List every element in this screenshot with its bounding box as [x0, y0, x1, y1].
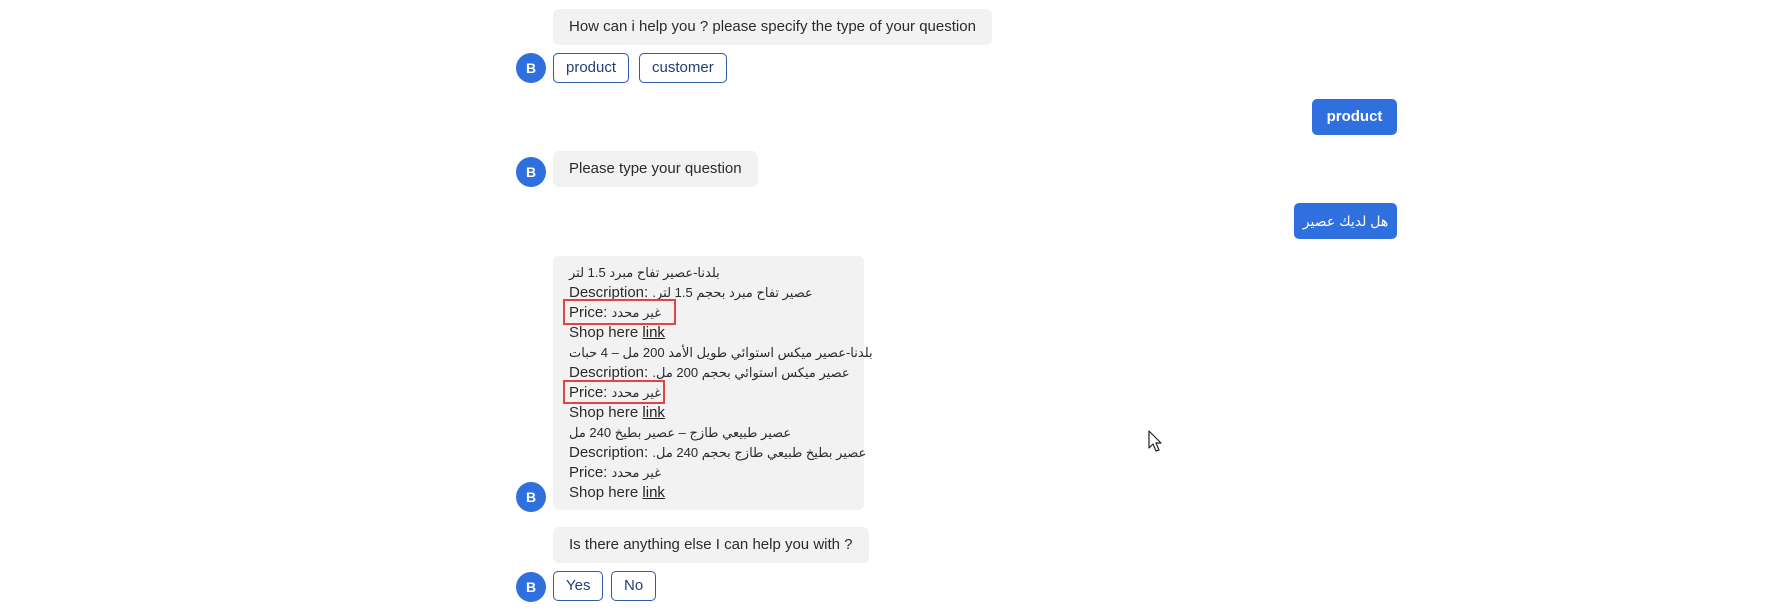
bot-avatar: B — [516, 157, 546, 187]
product-description: Description: عصير ميكس استوائي بحجم 200 … — [569, 364, 850, 381]
product-price: Price: غير محدد — [569, 384, 661, 401]
product-description: Description: عصير بطيخ طبيعي طازج بحجم 2… — [569, 444, 867, 461]
option-no-button[interactable]: No — [611, 571, 657, 601]
product-link[interactable]: link — [642, 404, 665, 421]
mouse-cursor-icon — [1148, 430, 1162, 452]
option-yes-button[interactable]: Yes — [553, 571, 604, 601]
product-name: بلدنا-عصير ميكس استوائي طويل الأمد 200 م… — [569, 345, 873, 360]
option-customer-button[interactable]: customer — [639, 53, 727, 83]
product-shop-line: Shop here link — [569, 404, 665, 421]
product-name: عصير طبيعي طازج – عصير بطيخ 240 مل — [569, 425, 792, 440]
bot-avatar: B — [516, 53, 546, 83]
product-shop-line: Shop here link — [569, 484, 665, 501]
product-description: Description: عصير تفاح مبرد بحجم 1.5 لتر… — [569, 284, 813, 301]
bot-message-followup: Is there anything else I can help you wi… — [553, 527, 869, 563]
bot-avatar: B — [516, 482, 546, 512]
product-shop-line: Shop here link — [569, 324, 665, 341]
user-message-question: هل لديك عصير — [1294, 203, 1397, 239]
product-price: Price: غير محدد — [569, 464, 661, 481]
product-link[interactable]: link — [642, 484, 665, 501]
user-message-product: product — [1312, 99, 1397, 135]
bot-message-greeting: How can i help you ? please specify the … — [553, 9, 992, 45]
bot-message-products: بلدنا-عصير تفاح مبرد 1.5 لتر Description… — [553, 256, 873, 510]
product-price: Price: غير محدد — [569, 304, 661, 321]
product-link[interactable]: link — [642, 324, 665, 341]
bot-message-prompt: Please type your question — [553, 151, 758, 187]
option-product-button[interactable]: product — [553, 53, 630, 83]
product-name: بلدنا-عصير تفاح مبرد 1.5 لتر — [569, 265, 720, 280]
bot-avatar: B — [516, 572, 546, 602]
